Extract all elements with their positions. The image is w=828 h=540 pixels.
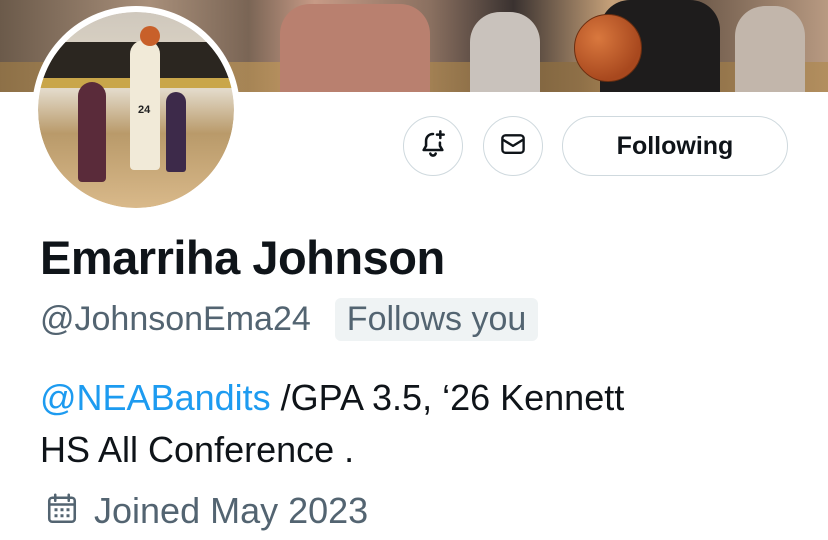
following-button[interactable]: Following bbox=[562, 116, 788, 176]
bio-mention-link[interactable]: @NEABandits bbox=[40, 377, 271, 418]
message-button[interactable] bbox=[483, 116, 543, 176]
profile-avatar[interactable]: 24 bbox=[32, 6, 240, 214]
player-figure bbox=[166, 92, 186, 172]
bio-line-2: HS All Conference . bbox=[40, 429, 355, 470]
bio-line-1: @NEABandits /GPA 3.5, ‘26 Kennett bbox=[40, 372, 800, 424]
basketball-image bbox=[574, 14, 642, 82]
avatar-basketball bbox=[140, 26, 160, 46]
notifications-button[interactable] bbox=[403, 116, 463, 176]
bio-line-1-text: /GPA 3.5, ‘26 Kennett bbox=[270, 377, 625, 418]
avatar-photo: 24 bbox=[38, 12, 234, 208]
banner-figure bbox=[470, 12, 540, 92]
calendar-icon bbox=[44, 491, 80, 532]
follows-you-badge: Follows you bbox=[334, 298, 539, 341]
bell-plus-icon bbox=[417, 128, 449, 165]
defender-figure bbox=[78, 82, 106, 182]
handle-row: @JohnsonEma24 Follows you bbox=[40, 298, 539, 341]
joined-date: Joined May 2023 bbox=[94, 490, 369, 531]
banner-figure bbox=[280, 4, 430, 92]
profile-bio: @NEABandits /GPA 3.5, ‘26 Kennett HS All… bbox=[40, 372, 800, 476]
profile-name: Emarriha Johnson bbox=[40, 231, 445, 284]
joined-row: Joined May 2023 bbox=[44, 490, 368, 532]
envelope-icon bbox=[498, 129, 528, 164]
jersey-number: 24 bbox=[138, 104, 151, 116]
profile-handle: @JohnsonEma24 bbox=[40, 300, 311, 338]
banner-figure bbox=[735, 6, 805, 92]
